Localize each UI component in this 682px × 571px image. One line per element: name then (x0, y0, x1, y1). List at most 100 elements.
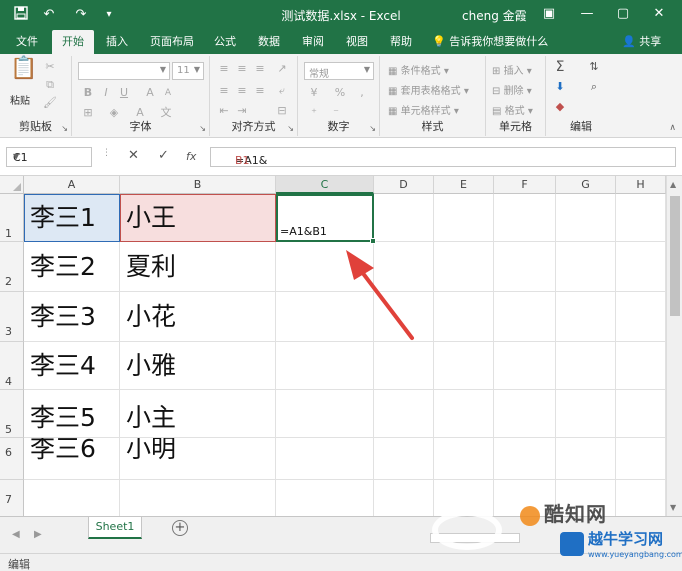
insert-function-icon[interactable]: fx (186, 150, 196, 163)
sheet-tab-sheet1[interactable]: Sheet1 (88, 517, 142, 539)
kuzhi-logo-icon (520, 505, 540, 526)
font-name-combo[interactable]: ▼ (78, 62, 170, 80)
delete-icon: ⊟ (492, 86, 504, 97)
font-size-combo[interactable]: 11 ▼ (172, 62, 204, 80)
next-sheet-icon[interactable]: ▶ (34, 529, 42, 540)
clipboard-group: 📋 粘贴 ✂ ⧉ 🖌 剪贴板 ↘ (0, 56, 72, 136)
paste-icon[interactable]: 📋 (10, 58, 37, 88)
autosum-icon[interactable]: Σ (552, 60, 568, 74)
italic-icon[interactable]: I (98, 86, 114, 100)
user-name[interactable]: cheng 金霞 (462, 7, 527, 24)
tab-review[interactable]: 审阅 (296, 30, 330, 54)
ribbon: 📋 粘贴 ✂ ⧉ 🖌 剪贴板 ↘ ▼ 11 ▼ B I U A A ⊞ ◈ A 文… (0, 54, 682, 138)
scrollbar-thumb[interactable] (670, 196, 680, 316)
fill-icon[interactable]: ⬇ (552, 80, 568, 94)
ribbon-display-icon[interactable]: ▣ (536, 3, 562, 25)
align-middle-icon[interactable]: ≡ (234, 62, 250, 76)
clear-icon[interactable]: ◆ (552, 100, 568, 114)
underline-icon[interactable]: U (116, 86, 132, 100)
table-icon: ▦ (388, 86, 401, 97)
find-icon[interactable]: ⌕ (586, 80, 602, 94)
collapse-ribbon-icon[interactable]: ∧ (669, 123, 676, 133)
number-format-combo[interactable]: 常规 ▼ (304, 62, 374, 80)
conditional-format-button[interactable]: ▦ 条件格式 ▾ (388, 62, 449, 77)
minimize-icon[interactable]: — (574, 3, 600, 25)
chevron-down-icon: ▼ (193, 65, 200, 74)
scroll-down-icon[interactable]: ▼ (670, 503, 676, 512)
number-launcher-icon[interactable]: ↘ (369, 124, 376, 133)
format-as-table-button[interactable]: ▦ 套用表格格式 ▾ (388, 82, 469, 97)
alignment-group: ≡ ≡ ≡ ↗ ≡ ≡ ≡ ⤶ ⇤ ⇥ ⊟ 对齐方式 ↘ (210, 56, 298, 136)
format-icon: ▤ (492, 106, 505, 117)
drag-handle-icon[interactable]: ⋮ (102, 148, 111, 158)
font-label: 字体 (129, 120, 152, 133)
close-icon[interactable]: ✕ (646, 3, 672, 25)
align-center-icon[interactable]: ≡ (234, 84, 250, 98)
cancel-icon[interactable]: ✕ (128, 148, 139, 163)
decrease-indent-icon[interactable]: ⇤ (216, 104, 232, 118)
share-button[interactable]: 👤 共享 (622, 30, 661, 54)
status-mode: 编辑 (8, 558, 30, 571)
chevron-down-icon: ▼ (159, 65, 166, 74)
tab-help[interactable]: 帮助 (384, 30, 418, 54)
styles-group: ▦ 条件格式 ▾ ▦ 套用表格格式 ▾ ▦ 单元格样式 ▾ 样式 (380, 56, 486, 136)
tab-page-layout[interactable]: 页面布局 (144, 30, 200, 54)
add-sheet-icon[interactable]: + (172, 520, 188, 536)
delete-cells-button[interactable]: ⊟ 删除 ▾ (492, 82, 532, 97)
alignment-launcher-icon[interactable]: ↘ (287, 124, 294, 133)
sort-filter-icon[interactable]: ⇅ (586, 60, 602, 74)
currency-icon[interactable]: ¥ (306, 86, 322, 100)
tab-data[interactable]: 数据 (252, 30, 286, 54)
bold-icon[interactable]: B (80, 86, 96, 100)
vertical-scrollbar[interactable]: ▲ ▼ (666, 176, 682, 516)
watermark-ring (432, 510, 502, 550)
comma-icon[interactable]: , (354, 86, 370, 100)
font-launcher-icon[interactable]: ↘ (199, 124, 206, 133)
enter-icon[interactable]: ✓ (158, 148, 169, 163)
tab-home[interactable]: 开始 (52, 30, 94, 54)
align-top-icon[interactable]: ≡ (216, 62, 232, 76)
format-painter-icon[interactable]: 🖌 (42, 96, 58, 110)
paste-button[interactable]: 粘贴 (10, 92, 30, 107)
cells-label: 单元格 (499, 120, 532, 133)
format-cells-button[interactable]: ▤ 格式 ▾ (492, 102, 533, 117)
align-left-icon[interactable]: ≡ (216, 84, 232, 98)
cells-group: ⊞ 插入 ▾ ⊟ 删除 ▾ ▤ 格式 ▾ 单元格 (486, 56, 546, 136)
ribbon-tabs: 文件 开始 插入 页面布局 公式 数据 审阅 视图 帮助 💡 告诉我你想要做什么… (0, 30, 682, 54)
cut-icon[interactable]: ✂ (42, 60, 58, 74)
align-right-icon[interactable]: ≡ (252, 84, 268, 98)
lightbulb-icon: 💡 (432, 35, 446, 48)
prev-sheet-icon[interactable]: ◀ (12, 529, 20, 540)
align-bottom-icon[interactable]: ≡ (252, 62, 268, 76)
formula-input[interactable]: =A1& B1 (210, 147, 676, 167)
tab-file[interactable]: 文件 (10, 30, 44, 54)
percent-icon[interactable]: % (332, 86, 348, 100)
increase-indent-icon[interactable]: ⇥ (234, 104, 250, 118)
grow-font-icon[interactable]: A (142, 86, 158, 100)
cell-style-icon: ▦ (388, 106, 401, 117)
maximize-icon[interactable]: ▢ (610, 3, 636, 25)
worksheet-grid[interactable]: A B C D E F G H 1 李三1 小王 =A1&B1 2 李三2 夏利… (0, 176, 666, 516)
copy-icon[interactable]: ⧉ (42, 78, 58, 92)
clipboard-launcher-icon[interactable]: ↘ (61, 124, 68, 133)
editing-label: 编辑 (570, 120, 592, 133)
tab-formulas[interactable]: 公式 (208, 30, 242, 54)
chevron-down-icon: ▼ (363, 65, 370, 74)
orientation-icon[interactable]: ↗ (274, 62, 290, 76)
person-icon: 👤 (622, 35, 636, 48)
insert-cells-button[interactable]: ⊞ 插入 ▾ (492, 62, 532, 77)
scroll-up-icon[interactable]: ▲ (670, 180, 676, 189)
alignment-label: 对齐方式 (231, 120, 276, 133)
tell-me-search[interactable]: 💡 告诉我你想要做什么 (432, 30, 548, 54)
tab-insert[interactable]: 插入 (100, 30, 134, 54)
font-group: ▼ 11 ▼ B I U A A ⊞ ◈ A 文 字体 ↘ (72, 56, 210, 136)
name-box[interactable]: C1 ▼ (6, 147, 92, 167)
wrap-text-icon[interactable]: ⤶ (274, 84, 290, 98)
tab-view[interactable]: 视图 (340, 30, 374, 54)
shrink-font-icon[interactable]: A (160, 86, 176, 100)
formula-ref-b1: B1 (235, 154, 250, 167)
cell-styles-button[interactable]: ▦ 单元格样式 ▾ (388, 102, 459, 117)
merge-icon[interactable]: ⊟ (274, 104, 290, 118)
styles-label: 样式 (421, 120, 444, 133)
insert-icon: ⊞ (492, 66, 504, 77)
